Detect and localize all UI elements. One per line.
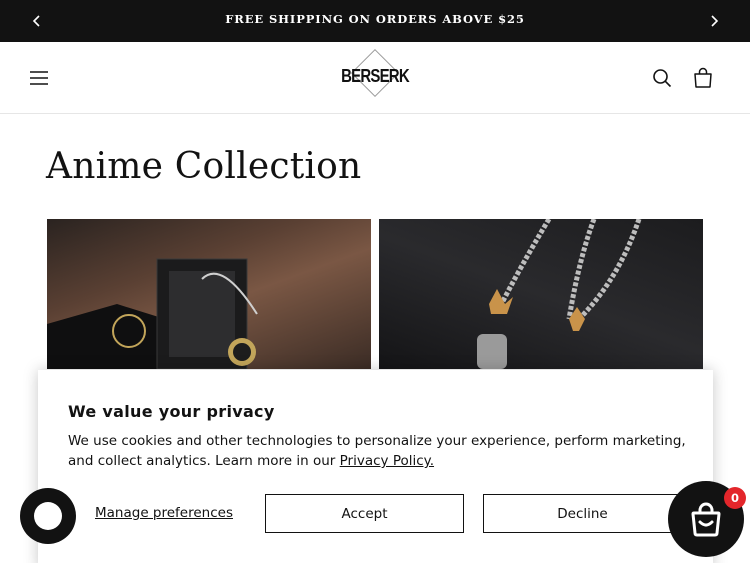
chat-bubble-icon[interactable] [20,488,76,544]
announcement-bar: FREE SHIPPING ON ORDERS ABOVE $25 [0,0,750,42]
logo-text: BERSERK [341,65,410,88]
privacy-policy-link[interactable]: Privacy Policy. [340,453,434,469]
brand-logo[interactable]: BERSERK [341,48,410,103]
decline-button[interactable]: Decline [483,494,682,533]
page-title: Anime Collection [46,146,362,187]
manage-preferences-link[interactable]: Manage preferences [95,505,233,521]
cart-icon[interactable] [692,66,714,90]
privacy-body: We use cookies and other technologies to… [68,431,688,471]
site-header: BERSERK [0,42,750,114]
search-icon[interactable] [651,67,673,89]
cart-count-badge: 0 [724,487,746,509]
announcement-text: FREE SHIPPING ON ORDERS ABOVE $25 [225,12,525,26]
privacy-consent-dialog: We value your privacy We use cookies and… [38,370,713,563]
collection-card-image[interactable] [379,219,703,369]
privacy-heading: We value your privacy [68,402,275,421]
accept-button[interactable]: Accept [265,494,464,533]
collection-card-image[interactable] [47,219,371,369]
one-piece-necklace-image [47,258,258,369]
hamburger-menu-icon[interactable] [28,67,50,89]
silver-chain-pendants-image [477,219,642,369]
chat-bubble-inner [34,502,62,530]
chevron-right-icon[interactable] [705,12,723,30]
